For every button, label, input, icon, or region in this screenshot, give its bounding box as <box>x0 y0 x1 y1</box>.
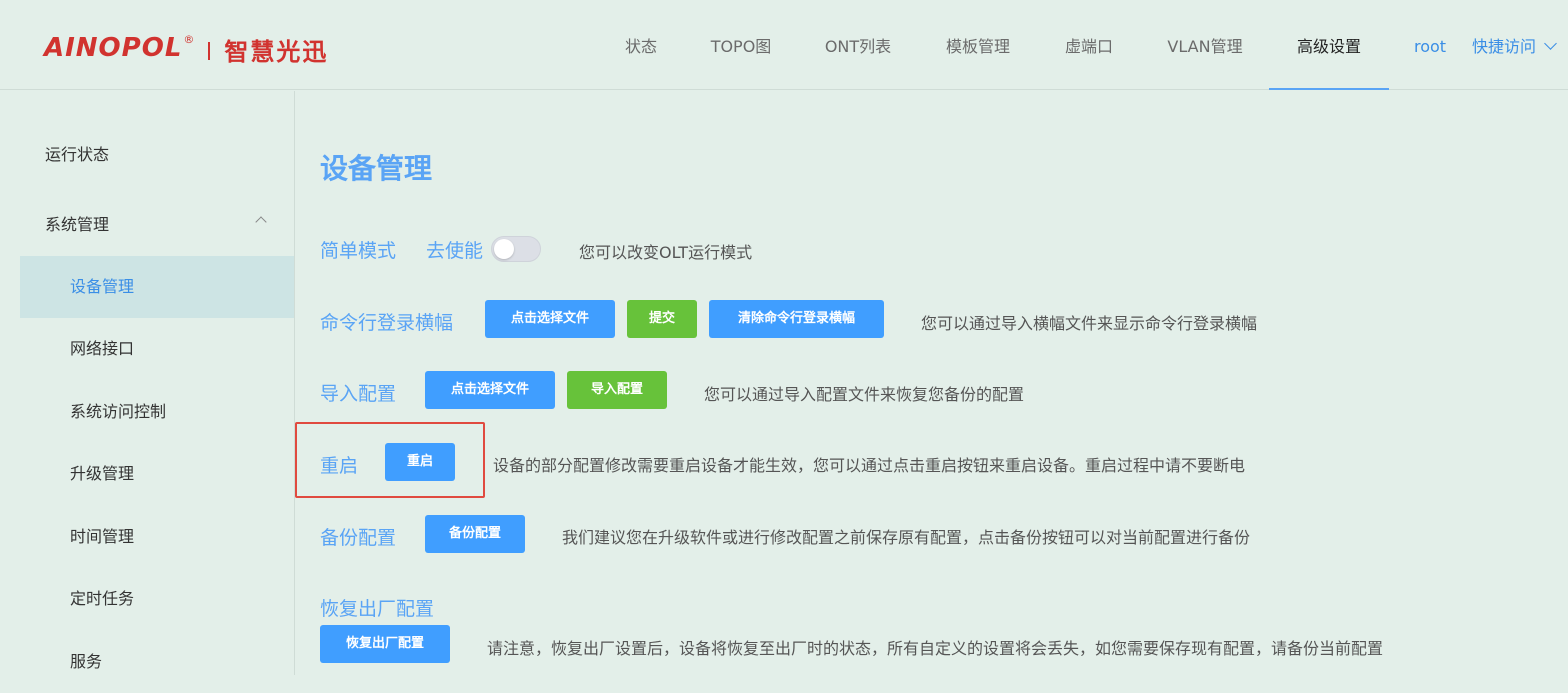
simple-mode-label: 简单模式 <box>320 240 397 262</box>
import-config-description: 您可以通过导入配置文件来恢复您备份的配置 <box>704 385 1025 404</box>
backup-label: 备份配置 <box>320 527 397 549</box>
factory-reset-description: 请注意，恢复出厂设置后，设备将恢复至出厂时的状态，所有自定义的设置将会丢失，如您… <box>487 639 1384 658</box>
logo-chinese-text: 智慧光迅 <box>224 36 329 66</box>
factory-reset-button[interactable]: 恢复出厂配置 <box>320 625 450 663</box>
sidebar-subitem-network-interface[interactable]: 网络接口 <box>20 318 294 380</box>
sidebar-subitem-device-management[interactable]: 设备管理 <box>20 256 294 318</box>
logo-separator <box>208 42 211 60</box>
sidebar-subitem-time-management[interactable]: 时间管理 <box>20 506 294 568</box>
sidebar-subitem-upgrade-management[interactable]: 升级管理 <box>20 443 294 505</box>
nav-advanced-settings[interactable]: 高级设置 <box>1269 0 1389 90</box>
user-menu[interactable]: root <box>1414 0 1446 90</box>
logo-registered-mark: ® <box>183 32 195 46</box>
sidebar-item-label: 系统管理 <box>45 215 110 234</box>
toggle-knob <box>494 239 514 259</box>
nav-virtual-port[interactable]: 虚端口 <box>1060 0 1118 90</box>
quick-access-label: 快捷访问 <box>1472 37 1537 56</box>
nav-ont-list[interactable]: ONT列表 <box>820 0 896 90</box>
backup-config-button[interactable]: 备份配置 <box>425 515 525 553</box>
banner-label: 命令行登录横幅 <box>320 312 454 334</box>
sidebar: 运行状态 系统管理 设备管理 网络接口 系统访问控制 升级管理 时间管理 定时任… <box>0 91 295 675</box>
sidebar-subitem-access-control[interactable]: 系统访问控制 <box>20 381 294 443</box>
banner-description: 您可以通过导入横幅文件来显示命令行登录横幅 <box>921 314 1258 333</box>
banner-submit-button[interactable]: 提交 <box>627 300 697 338</box>
nav-template-management[interactable]: 模板管理 <box>940 0 1016 90</box>
sidebar-item-system-management[interactable]: 系统管理 <box>45 211 275 235</box>
logo-brand-text: AINOPOL <box>44 33 183 63</box>
simple-mode-toggle[interactable] <box>491 236 541 262</box>
banner-choose-file-button[interactable]: 点击选择文件 <box>485 300 615 338</box>
top-header: AINOPOL ® 智慧光迅 状态 TOPO图 ONT列表 模板管理 虚端口 V… <box>0 0 1568 90</box>
sidebar-item-run-status[interactable]: 运行状态 <box>45 141 109 165</box>
nav-vlan-management[interactable]: VLAN管理 <box>1162 0 1248 90</box>
sidebar-subitem-services[interactable]: 服务 <box>20 631 294 693</box>
main-content: 设备管理 简单模式 去使能 您可以改变OLT运行模式 命令行登录横幅 点击选择文… <box>295 91 1568 675</box>
simple-mode-description: 您可以改变OLT运行模式 <box>579 243 753 262</box>
reboot-button[interactable]: 重启 <box>385 443 455 481</box>
backup-description: 我们建议您在升级软件或进行修改配置之前保存原有配置，点击备份按钮可以对当前配置进… <box>562 528 1251 547</box>
page-title: 设备管理 <box>320 152 433 185</box>
nav-topo[interactable]: TOPO图 <box>706 0 776 90</box>
reboot-label: 重启 <box>320 455 359 477</box>
import-config-label: 导入配置 <box>320 383 397 405</box>
factory-reset-label: 恢复出厂配置 <box>320 598 435 620</box>
sidebar-subitem-scheduled-tasks[interactable]: 定时任务 <box>20 568 294 630</box>
simple-mode-state-label: 去使能 <box>426 240 484 262</box>
clear-banner-button[interactable]: 清除命令行登录横幅 <box>709 300 884 338</box>
import-config-button[interactable]: 导入配置 <box>567 371 667 409</box>
quick-access-menu[interactable]: 快捷访问 <box>1472 0 1557 90</box>
chevron-down-icon <box>1544 37 1557 50</box>
nav-status[interactable]: 状态 <box>620 0 662 90</box>
reboot-description: 设备的部分配置修改需要重启设备才能生效，您可以通过点击重启按钮来重启设备。重启过… <box>493 456 1246 475</box>
import-choose-file-button[interactable]: 点击选择文件 <box>425 371 555 409</box>
brand-logo[interactable]: AINOPOL ® 智慧光迅 <box>44 30 328 66</box>
